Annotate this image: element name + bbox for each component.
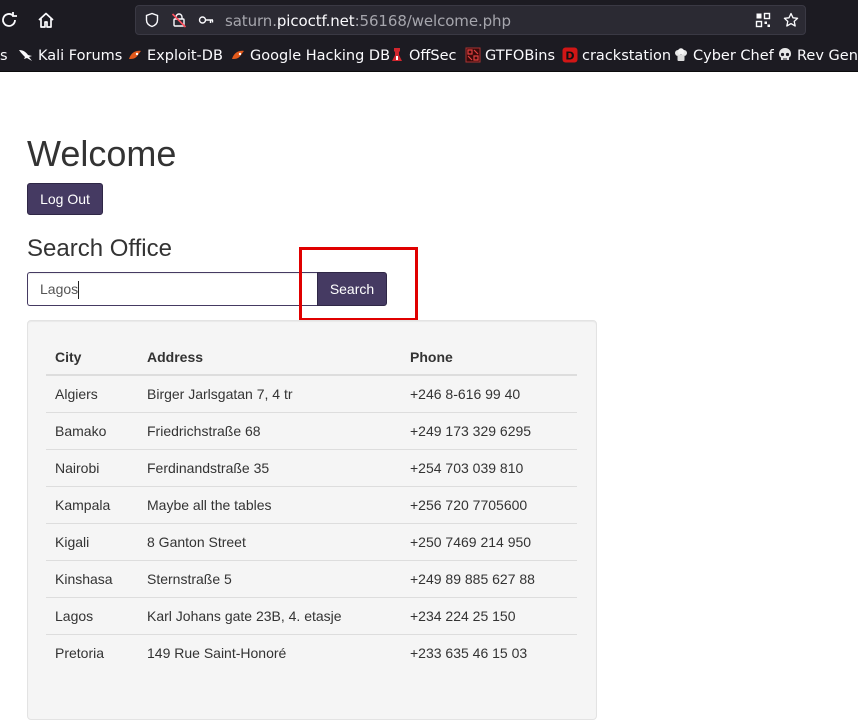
bookmark-rev-gen[interactable]: Rev Gen (777, 47, 858, 65)
home-icon[interactable] (36, 10, 56, 30)
cell-city: Kinshasa (46, 559, 138, 597)
key-icon[interactable] (198, 12, 214, 28)
bookmark-exploit-db[interactable]: Exploit-DB (127, 47, 223, 65)
cell-address: Maybe all the tables (138, 485, 401, 523)
text-cursor (78, 281, 79, 299)
qr-code-icon[interactable] (755, 12, 771, 28)
reload-icon[interactable] (0, 10, 20, 30)
ghdb-icon (230, 47, 246, 63)
bookmark-label: crackstation (582, 48, 672, 64)
cell-address: Friedrichstraße 68 (138, 411, 401, 449)
bookmark-label: OffSec (409, 48, 457, 64)
cell-phone: +250 7469 214 950 (401, 522, 577, 560)
table-row: Lagos Karl Johans gate 23B, 4. etasje +2… (46, 596, 577, 634)
table-row: Algiers Birger Jarlsgatan 7, 4 tr +246 8… (46, 375, 577, 412)
bookmark-label: Cyber Chef (693, 48, 774, 64)
page-title: Welcome (27, 133, 177, 174)
cell-phone: +246 8-616 99 40 (410, 385, 521, 402)
column-header-phone: Phone (401, 339, 577, 376)
table-row: Bamako Friedrichstraße 68 +249 173 329 6… (46, 411, 577, 449)
cell-city: Pretoria (46, 633, 138, 671)
cell-phone: +249 89 885 627 88 (401, 559, 577, 597)
gtfobins-icon (465, 47, 481, 63)
cell-city: Lagos (46, 596, 138, 634)
cell-address: 8 Ganton Street (138, 522, 401, 560)
bookmark-gtfobins[interactable]: GTFOBins (465, 47, 555, 65)
cell-address: Birger Jarlsgatan 7, 4 tr (147, 385, 293, 402)
cell-city: Algiers (55, 385, 98, 402)
cell-city: Kampala (46, 485, 138, 523)
bookmark-crackstation[interactable]: Dcrackstation (562, 47, 671, 65)
bookmark-label: Google Hacking DB (250, 48, 391, 64)
bookmark-label: Rev Gen (797, 48, 858, 64)
address-bar[interactable]: saturn.picoctf.net:56168/welcome.php (135, 5, 806, 35)
cell-phone: +256 720 7705600 (401, 485, 577, 523)
cell-address: Karl Johans gate 23B, 4. etasje (138, 596, 401, 634)
cell-address: Ferdinandstraße 35 (138, 448, 401, 486)
url-domain: picoctf.net (276, 12, 355, 30)
search-office-heading: Search Office (27, 235, 172, 262)
shield-icon[interactable] (144, 12, 160, 28)
cell-phone: +234 224 25 150 (401, 596, 577, 634)
exploit-db-icon (127, 47, 143, 63)
offsec-icon (389, 47, 405, 63)
logout-button[interactable]: Log Out (27, 183, 103, 215)
bookmark-label: Kali Forums (38, 48, 123, 64)
cyber-chef-icon (673, 47, 689, 63)
offices-table: City Address Phone Algiers Birger Jarlsg… (46, 339, 577, 671)
table-header-row: City Address Phone (46, 339, 577, 376)
url-path: :56168/welcome.php (354, 12, 511, 30)
column-header-city: City (46, 339, 138, 376)
bookmark-cyber-chef[interactable]: Cyber Chef (673, 47, 774, 65)
cell-address: Sternstraße 5 (138, 559, 401, 597)
bookmark-label: Exploit-DB (147, 48, 223, 64)
search-button[interactable]: Search (317, 272, 387, 306)
bookmark-partial[interactable]: s (0, 47, 8, 65)
bookmark-label: GTFOBins (485, 48, 556, 64)
bookmarks-toolbar: s Kali Forums Exploit-DB Google Hacking … (0, 40, 858, 72)
insecure-lock-icon[interactable] (171, 12, 187, 28)
table-row: Pretoria 149 Rue Saint-Honoré +233 635 4… (46, 633, 577, 671)
table-row: Kigali 8 Ganton Street +250 7469 214 950 (46, 522, 577, 560)
skull-icon (777, 47, 793, 63)
bookmark-google-hacking-db[interactable]: Google Hacking DB (230, 47, 390, 65)
cell-phone: +254 703 039 810 (401, 448, 577, 486)
cell-phone: +249 173 329 6295 (401, 411, 577, 449)
column-header-address: Address (138, 339, 401, 376)
table-row: Kinshasa Sternstraße 5 +249 89 885 627 8… (46, 559, 577, 597)
url-text: saturn.picoctf.net:56168/welcome.php (225, 12, 511, 30)
cell-address: 149 Rue Saint-Honoré (138, 633, 401, 671)
cell-city: Kigali (46, 522, 138, 560)
cell-city: Nairobi (46, 448, 138, 486)
table-row: Kampala Maybe all the tables +256 720 77… (46, 485, 577, 523)
bookmark-label: s (0, 48, 8, 64)
browser-toolbar: saturn.picoctf.net:56168/welcome.php (0, 0, 858, 40)
kali-dragon-icon (18, 47, 34, 63)
cell-city: Bamako (46, 411, 138, 449)
svg-text:D: D (565, 50, 574, 63)
cell-phone: +233 635 46 15 03 (401, 633, 577, 671)
crackstation-icon: D (562, 47, 578, 63)
bookmark-kali-forums[interactable]: Kali Forums (18, 47, 122, 65)
bookmark-star-icon[interactable] (783, 12, 799, 28)
office-search-input[interactable] (27, 272, 318, 306)
bookmark-offsec[interactable]: OffSec (389, 47, 457, 65)
url-subdomain: saturn. (225, 12, 277, 30)
table-row: Nairobi Ferdinandstraße 35 +254 703 039 … (46, 448, 577, 486)
